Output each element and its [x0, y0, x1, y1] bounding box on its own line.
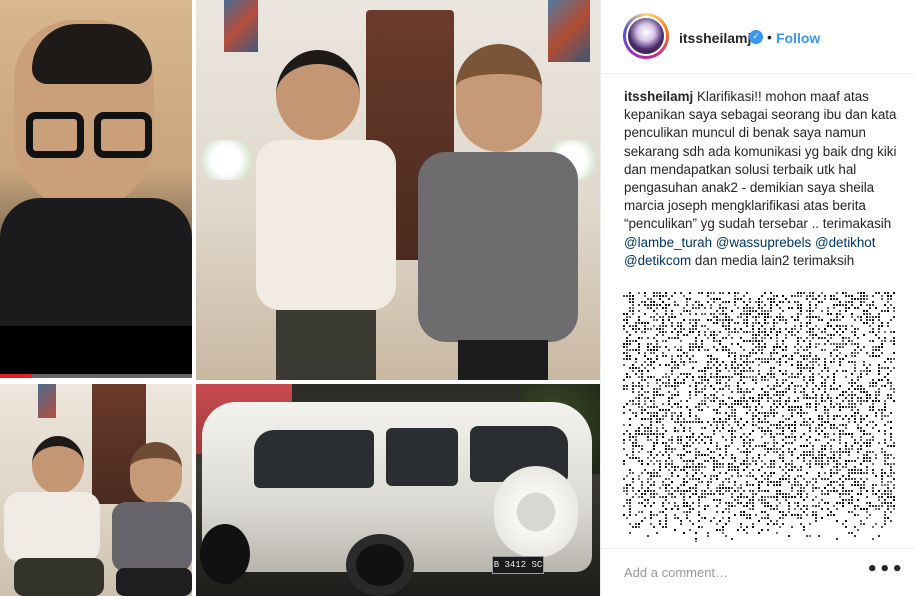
video-thumbnail-man[interactable]: [0, 0, 192, 378]
girl-figure: [112, 442, 192, 596]
verified-badge-icon: ✓: [749, 30, 763, 44]
caption-mention[interactable]: @lambe_turah: [624, 235, 712, 250]
profile-username[interactable]: itssheilamj: [679, 30, 751, 46]
man-face: [14, 20, 154, 210]
comment-bar: •••: [601, 548, 915, 596]
boy-pants: [276, 310, 376, 380]
spare-tire-cover: [494, 466, 578, 558]
caption-mention[interactable]: @detikhot: [815, 235, 876, 250]
suv-window: [254, 430, 374, 488]
flower-arrangement: [196, 140, 256, 180]
caption-text: Klarifikasi!! mohon maaf atas kepanikan …: [624, 89, 897, 232]
more-options-icon[interactable]: •••: [866, 559, 904, 580]
post-side-panel: itssheilamj ✓ • Follow itssheilamj Klari…: [600, 0, 915, 596]
video-progress-fill: [0, 374, 31, 378]
suv-rear-tire: [346, 534, 414, 596]
photo-kids-church: [196, 0, 600, 380]
photo-white-suv: B 3412 SC: [196, 384, 600, 596]
suv-window: [386, 428, 458, 486]
man-hair: [32, 24, 152, 84]
girl-figure: [418, 40, 578, 380]
girl-legs: [116, 568, 192, 596]
boy-figure: [256, 40, 396, 380]
boy-shirt: [4, 492, 100, 562]
post-media-collage[interactable]: B 3412 SC: [0, 0, 600, 596]
post-header: itssheilamj ✓ • Follow: [601, 0, 915, 74]
boy-legs: [14, 558, 104, 596]
post-caption: itssheilamj Klarifikasi!! mohon maaf ata…: [624, 88, 904, 270]
boy-shirt: [256, 140, 396, 310]
boy-head: [276, 50, 360, 140]
girl-shirt: [112, 502, 192, 572]
caption-tail: dan media lain2 terimaksih: [694, 252, 855, 268]
follow-button[interactable]: Follow: [776, 30, 820, 46]
caption-mention[interactable]: @detikcom: [624, 253, 691, 268]
girl-head: [130, 442, 182, 504]
girl-shirt: [418, 152, 578, 342]
boy-figure: [4, 436, 104, 596]
header-separator: •: [767, 29, 772, 45]
boy-head: [32, 436, 84, 494]
glasses-right-lens: [94, 112, 152, 158]
pixelated-redaction: [623, 292, 895, 542]
girl-head: [456, 44, 542, 152]
license-plate: B 3412 SC: [492, 556, 544, 574]
suv-front-tire: [200, 524, 250, 584]
man-shirt: [0, 198, 192, 328]
girl-pants: [458, 340, 548, 380]
glasses-left-lens: [26, 112, 84, 158]
stained-glass-window: [224, 0, 258, 52]
profile-avatar[interactable]: [623, 13, 669, 59]
video-progress-bar[interactable]: [0, 374, 192, 378]
caption-mention[interactable]: @wassuprebels: [716, 235, 811, 250]
stained-glass-window: [38, 384, 56, 418]
photo-kids-sitting: [0, 384, 192, 596]
caption-username[interactable]: itssheilamj: [624, 89, 693, 104]
video-black-bar: [0, 326, 192, 374]
avatar-image: [626, 16, 666, 56]
add-comment-input[interactable]: [624, 565, 864, 580]
